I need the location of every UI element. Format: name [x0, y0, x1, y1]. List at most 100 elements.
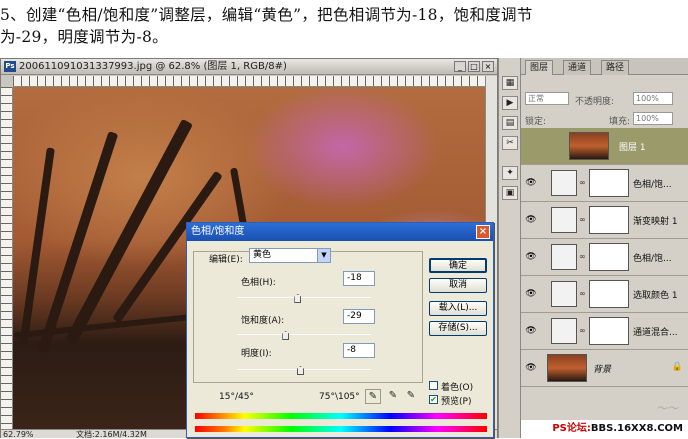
fill-label: 填充: [609, 117, 631, 127]
preview-label: 预览(P) [441, 397, 472, 407]
fill-input[interactable]: 100% [633, 112, 673, 125]
layer-row[interactable]: 👁 ∞ 通道混合... [521, 313, 688, 350]
adjustment-thumbnail[interactable] [551, 318, 577, 344]
eye-icon[interactable]: 👁 [524, 325, 538, 337]
swatches-icon[interactable]: ▣ [502, 186, 518, 200]
lightness-label: 明度(I): [241, 349, 272, 359]
opacity-input[interactable]: 100% [633, 92, 673, 105]
layer-name[interactable]: 通道混合... [633, 325, 678, 338]
ps-document-icon: Ps [4, 61, 16, 72]
dialog-title[interactable]: 色相/饱和度 × [187, 223, 493, 241]
instruction-line-2: 为-29，明度调节为-8。 [0, 28, 168, 46]
layer-name[interactable]: 背景 [593, 362, 611, 375]
close-icon[interactable]: × [482, 61, 494, 72]
colorize-checkbox[interactable] [429, 381, 438, 390]
edit-select[interactable]: 黄色 ▼ [249, 248, 331, 263]
saturation-label: 饱和度(A): [241, 316, 285, 326]
eye-icon[interactable]: 👁 [524, 288, 538, 300]
layer-name[interactable]: 色相/饱... [633, 177, 672, 190]
horizontal-ruler [13, 76, 485, 87]
layer-row[interactable]: 👁 ∞ 色相/饱... [521, 239, 688, 276]
colorize-label: 着色(O) [441, 383, 474, 393]
eye-icon[interactable]: 👁 [524, 214, 538, 226]
layer-row[interactable]: 图层 1 [521, 128, 688, 165]
lightness-slider-track[interactable] [237, 369, 371, 370]
tab-paths[interactable]: 路径 [601, 60, 630, 75]
eye-icon[interactable]: 👁 [524, 177, 538, 189]
close-icon[interactable]: × [476, 225, 490, 239]
link-icon[interactable]: ∞ [579, 326, 586, 335]
eyedropper-icon[interactable]: ✎ [365, 389, 381, 404]
watermark-signature: ～～ [656, 402, 678, 415]
instruction-text: 5、创建“色相/饱和度”调整层，编辑“黄色”，把色相调节为-18，饱和度调节 为… [0, 0, 688, 58]
minimize-icon[interactable]: _ [454, 61, 466, 72]
edit-label: 编辑(E): [209, 255, 243, 265]
tool-presets-icon[interactable]: ✂ [502, 136, 518, 150]
cancel-button[interactable]: 取消 [429, 278, 487, 293]
mask-thumbnail[interactable] [589, 317, 629, 345]
layer-name[interactable]: 色相/饱... [633, 251, 672, 264]
eyedropper-plus-icon[interactable]: ✎ [385, 389, 401, 404]
ok-button[interactable]: 确定 [429, 258, 487, 273]
layer-row[interactable]: 👁 背景 🔒 [521, 350, 688, 387]
document-title: 20061109103133​7993.jpg @ 62.8% (图层 1, R… [19, 61, 287, 72]
maximize-icon[interactable]: □ [468, 61, 480, 72]
link-icon[interactable]: ∞ [579, 178, 586, 187]
saturation-input[interactable]: -29 [343, 309, 375, 324]
document-titlebar[interactable]: Ps 20061109103133​7993.jpg @ 62.8% (图层 1… [1, 59, 497, 75]
hue-spectrum-bar [195, 413, 487, 419]
adjusted-spectrum-bar[interactable] [195, 426, 487, 432]
tab-layers[interactable]: 图层 [525, 60, 554, 75]
layer-thumbnail[interactable] [569, 132, 609, 160]
layer-thumbnail[interactable] [547, 354, 587, 382]
adjustment-thumbnail[interactable] [551, 170, 577, 196]
adjust-group [193, 251, 423, 383]
layer-row[interactable]: 👁 ∞ 渐变映射 1 [521, 202, 688, 239]
panel-tabs: 图层 通道 路径 [521, 58, 688, 75]
mask-thumbnail[interactable] [589, 280, 629, 308]
window-controls: _ □ × [454, 61, 494, 72]
lightness-input[interactable]: -8 [343, 343, 375, 358]
mask-thumbnail[interactable] [589, 206, 629, 234]
history-icon[interactable]: ▤ [502, 116, 518, 130]
mask-thumbnail[interactable] [589, 243, 629, 271]
hue-saturation-dialog: 色相/饱和度 × 编辑(E): 黄色 ▼ 色相(H): -18 饱和度(A): … [186, 222, 494, 438]
saturation-slider-track[interactable] [237, 334, 371, 335]
vertical-ruler [1, 87, 13, 429]
link-icon[interactable]: ∞ [579, 252, 586, 261]
save-button[interactable]: 存储(S)... [429, 321, 487, 336]
load-button[interactable]: 载入(L)... [429, 301, 487, 316]
eye-icon[interactable]: 👁 [524, 251, 538, 263]
chevron-down-icon: ▼ [317, 249, 330, 262]
footer-url: BBS.16XX8.COM [590, 423, 683, 434]
eye-icon[interactable]: 👁 [524, 362, 538, 374]
site-footer: PS论坛:BBS.16XX8.COM [521, 420, 688, 438]
eyedropper-minus-icon[interactable]: ✎ [403, 389, 419, 404]
blend-mode-select[interactable]: 正常 [525, 92, 569, 105]
range-right: 75°\105° [319, 392, 360, 402]
adjustment-thumbnail[interactable] [551, 244, 577, 270]
adjustment-thumbnail[interactable] [551, 207, 577, 233]
layer-row[interactable]: 👁 ∞ 色相/饱... [521, 165, 688, 202]
lock-icon: 🔒 [671, 362, 683, 372]
brushes-icon[interactable]: ✦ [502, 166, 518, 180]
layers-panel: 图层 通道 路径 正常 不透明度: 100% 锁定: 填充: 100% 图层 1… [520, 58, 688, 438]
mask-thumbnail[interactable] [589, 169, 629, 197]
hue-input[interactable]: -18 [343, 271, 375, 286]
tab-channels[interactable]: 通道 [563, 60, 592, 75]
actions-icon[interactable]: ▶ [502, 96, 518, 110]
hue-label: 色相(H): [241, 278, 276, 288]
hue-slider-track[interactable] [237, 297, 371, 298]
layer-name[interactable]: 渐变映射 1 [633, 214, 678, 227]
preview-checkbox[interactable]: ✔ [429, 395, 438, 404]
dialog-title-text: 色相/饱和度 [191, 226, 245, 237]
layer-name[interactable]: 选取颜色 1 [633, 288, 678, 301]
layer-name[interactable]: 图层 1 [619, 140, 646, 153]
lock-label: 锁定: [525, 117, 547, 127]
footer-label: PS论坛: [552, 423, 591, 434]
layer-row[interactable]: 👁 ∞ 选取颜色 1 [521, 276, 688, 313]
navigator-icon[interactable]: ▦ [502, 76, 518, 90]
adjustment-thumbnail[interactable] [551, 281, 577, 307]
link-icon[interactable]: ∞ [579, 289, 586, 298]
link-icon[interactable]: ∞ [579, 215, 586, 224]
